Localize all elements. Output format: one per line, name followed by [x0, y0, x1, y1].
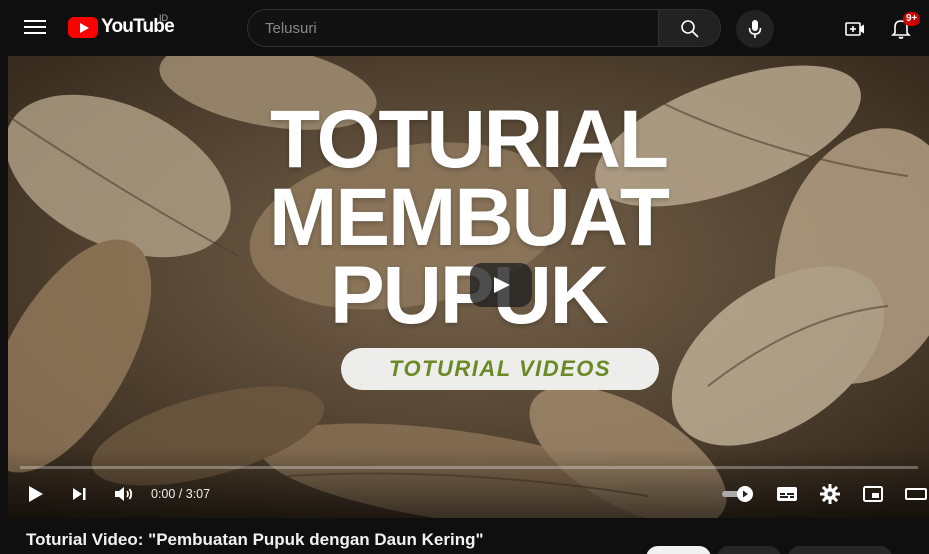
thumbnail-pill: TOTURIAL VIDEOS	[341, 348, 659, 390]
create-button[interactable]	[843, 17, 867, 41]
search-box	[247, 9, 721, 47]
video-title: Toturial Video: "Pembuatan Pupuk dengan …	[26, 530, 484, 549]
time-display: 0:00 / 3:07	[151, 487, 211, 501]
thumbnail-line-1: TOTURIAL	[269, 94, 669, 185]
thumbnail-line-3: PUPUK	[329, 250, 609, 341]
notification-badge: 9+	[903, 12, 921, 26]
search-button[interactable]	[658, 10, 720, 46]
video-player[interactable]: TOTURIAL MEMBUAT PUPUK TOTURIAL VIDEOS 0…	[8, 56, 929, 518]
next-icon[interactable]	[70, 482, 90, 506]
action-chip-1[interactable]	[646, 546, 711, 554]
voice-search-button[interactable]	[736, 10, 774, 48]
settings-icon[interactable]	[818, 482, 842, 506]
region-code: ID	[159, 13, 168, 23]
large-play-button[interactable]	[470, 263, 532, 307]
subtitles-icon[interactable]	[775, 482, 799, 506]
autoplay-toggle-icon[interactable]	[721, 482, 755, 506]
youtube-play-logo-icon	[68, 16, 98, 38]
progress-bar[interactable]	[20, 466, 918, 469]
search-icon	[681, 20, 699, 38]
miniplayer-icon[interactable]	[861, 482, 885, 506]
thumbnail-title: TOTURIAL MEMBUAT PUPUK	[8, 94, 929, 341]
youtube-logo[interactable]: YouTube	[68, 14, 175, 40]
mic-icon	[748, 20, 762, 38]
menu-icon[interactable]	[24, 16, 46, 38]
volume-icon[interactable]	[112, 482, 136, 506]
action-chip-3[interactable]	[788, 546, 892, 554]
thumbnail-line-2: MEMBUAT	[269, 172, 670, 263]
search-input[interactable]	[249, 11, 659, 45]
theater-icon[interactable]	[904, 482, 928, 506]
action-chip-2[interactable]	[717, 546, 781, 554]
thumbnail-pill-text: TOTURIAL VIDEOS	[388, 356, 612, 381]
masthead: YouTube ID 9+	[0, 0, 929, 56]
create-icon	[845, 22, 864, 36]
play-icon[interactable]	[26, 482, 46, 506]
